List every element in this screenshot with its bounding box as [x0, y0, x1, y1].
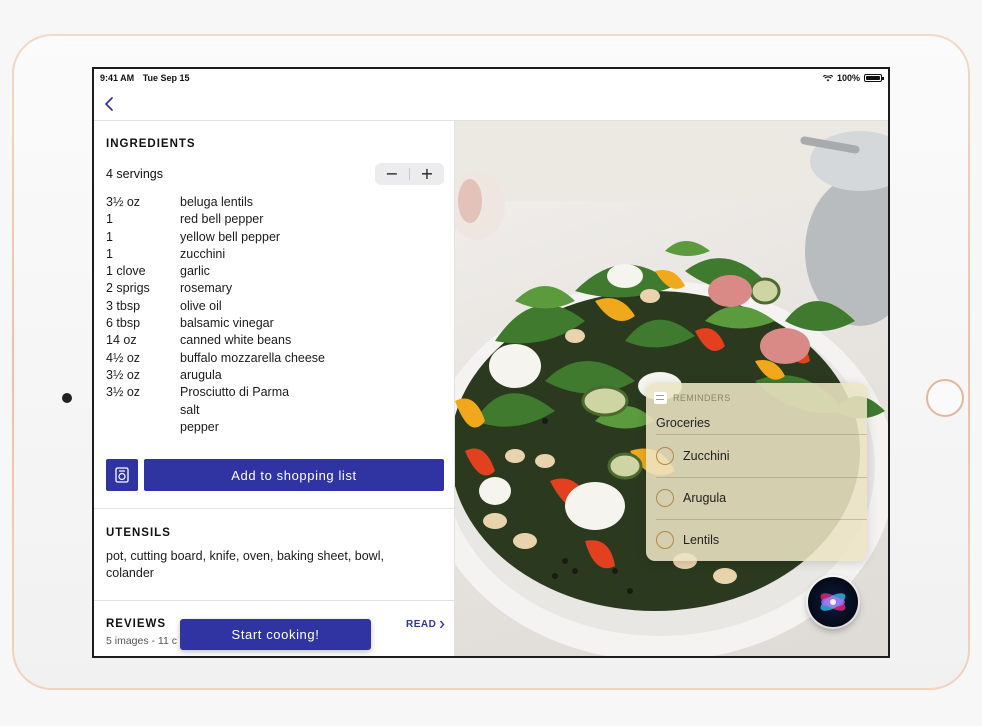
utensils-title: UTENSILS [106, 527, 171, 539]
read-link-label: READ [406, 619, 437, 630]
ipad-screen: 9:41 AM Tue Sep 15 100% INGREDIENTS 4 se… [92, 67, 890, 658]
reminder-checkbox[interactable] [656, 489, 674, 507]
reminder-checkbox[interactable] [656, 447, 674, 465]
reminders-header: REMINDERS [654, 392, 731, 404]
status-time: 9:41 AM [100, 73, 135, 83]
ingredient-name: olive oil [180, 298, 222, 313]
ingredient-row: 1 yellow bell pepper [106, 230, 436, 247]
battery-percent: 100% [836, 73, 860, 83]
ingredient-quantity: 14 oz [106, 333, 137, 348]
siri-orb-graphic [820, 593, 846, 611]
section-divider [94, 600, 454, 601]
ingredient-quantity: 3½ oz [106, 195, 141, 209]
reminder-checkbox[interactable] [656, 531, 674, 549]
ingredient-name: salt [180, 402, 200, 417]
ingredient-quantity: 3½ oz [106, 367, 141, 382]
decrease-servings-button[interactable]: − [375, 163, 409, 185]
ingredient-quantity [106, 420, 180, 437]
reminder-label: Lentils [683, 533, 720, 547]
ingredient-name: canned white beans [180, 333, 292, 348]
kitchen-scale-button[interactable] [106, 459, 138, 491]
ingredient-name: red bell pepper [180, 212, 264, 227]
reminder-label: Arugula [683, 491, 727, 505]
reviews-subtitle: 5 images - 11 c [106, 635, 178, 647]
ingredient-row: 1 clove garlic [106, 264, 436, 281]
navigation-bar [94, 87, 888, 121]
ingredient-row: 3½ oz beluga lentils [106, 195, 436, 212]
ingredient-quantity: 1 [106, 246, 113, 261]
ingredient-row: 3 tbsp olive oil [106, 299, 436, 316]
ingredient-name: zucchini [180, 246, 226, 261]
ingredient-row: 4½ oz buffalo mozzarella cheese [106, 351, 436, 368]
ingredient-list: 3½ oz beluga lentils 1 red bell pepper 1 yell… [106, 195, 436, 437]
ingredient-name: yellow bell pepper [180, 229, 281, 244]
status-date: Tue Sep 15 [142, 73, 190, 83]
servings-label: 4 servings [106, 167, 163, 181]
ingredient-quantity: 6 tbsp [106, 316, 141, 331]
chevron-left-icon[interactable] [102, 95, 116, 113]
kitchen-scale-icon [115, 467, 129, 483]
reminder-item[interactable]: Lentils [656, 525, 861, 555]
ingredient-row: 2 sprigs rosemary [106, 281, 436, 298]
battery-icon [864, 74, 884, 82]
utensils-text: pot, cutting board, knife, oven, baking … [106, 549, 384, 580]
ingredient-name: Prosciutto di Parma [180, 385, 290, 400]
ingredient-quantity: 1 [106, 229, 113, 244]
ingredient-row: salt [106, 403, 436, 420]
servings-stepper: − + [375, 163, 444, 185]
front-camera [62, 393, 72, 403]
ingredient-name: balsamic vinegar [180, 316, 274, 331]
status-left: 9:41 AM Tue Sep 15 [100, 73, 196, 83]
ingredient-row: 6 tbsp balsamic vinegar [106, 316, 436, 333]
ingredient-name: buffalo mozzarella cheese [180, 350, 325, 365]
ingredient-quantity [106, 403, 180, 420]
ingredient-quantity: 1 [106, 212, 113, 227]
wifi-icon [822, 74, 833, 81]
reminders-divider [656, 477, 867, 478]
reminder-item[interactable]: Arugula [656, 483, 861, 513]
ingredient-name: beluga lentils [180, 195, 253, 209]
recipe-details-panel: INGREDIENTS 4 servings − + 3½ oz beluga l… [94, 121, 455, 656]
ingredient-name: pepper [180, 419, 219, 434]
read-reviews-link[interactable]: READ [406, 619, 445, 630]
ingredient-quantity: 4½ oz [106, 350, 141, 365]
ingredient-name: arugula [180, 367, 222, 382]
reminder-item[interactable]: Zucchini [656, 441, 861, 471]
add-to-shopping-list-button[interactable]: Add to shopping list [144, 459, 444, 491]
home-button[interactable] [926, 379, 964, 417]
increase-servings-button[interactable]: + [410, 163, 444, 185]
status-right: 100% [822, 73, 884, 83]
reminders-divider [656, 519, 867, 520]
reminders-app-icon [654, 392, 667, 404]
ingredient-name: rosemary [180, 281, 233, 296]
ingredient-row: pepper [106, 420, 436, 437]
reminders-divider [656, 434, 867, 435]
reminders-app-name: REMINDERS [673, 393, 731, 403]
ingredient-quantity: 3 tbsp [106, 298, 141, 313]
ingredient-row: 3½ oz Prosciutto di Parma [106, 385, 436, 402]
reminders-list-title: Groceries [656, 416, 711, 430]
chevron-right-icon [440, 620, 445, 629]
reminders-widget: REMINDERS Groceries Zucchini Arugula Len… [646, 383, 867, 561]
ingredient-row: 3½ oz arugula [106, 368, 436, 385]
status-bar: 9:41 AM Tue Sep 15 100% [94, 69, 888, 87]
section-divider [94, 508, 454, 509]
reminder-label: Zucchini [683, 449, 730, 463]
ingredient-row: 1 red bell pepper [106, 212, 436, 229]
ingredient-quantity: 2 sprigs [106, 281, 150, 296]
ingredient-quantity: 3½ oz [106, 385, 141, 400]
ingredient-row: 1 zucchini [106, 247, 436, 264]
siri-icon[interactable] [808, 577, 858, 627]
reviews-title: REVIEWS [106, 618, 167, 630]
screen-content: 9:41 AM Tue Sep 15 100% INGREDIENTS 4 se… [94, 69, 888, 656]
ingredient-quantity: 1 clove [106, 264, 146, 279]
start-cooking-button[interactable]: Start cooking! [180, 619, 371, 650]
ingredients-title: INGREDIENTS [106, 138, 196, 150]
ingredient-row: 14 oz canned white beans [106, 333, 436, 350]
ingredient-name: garlic [180, 264, 210, 279]
